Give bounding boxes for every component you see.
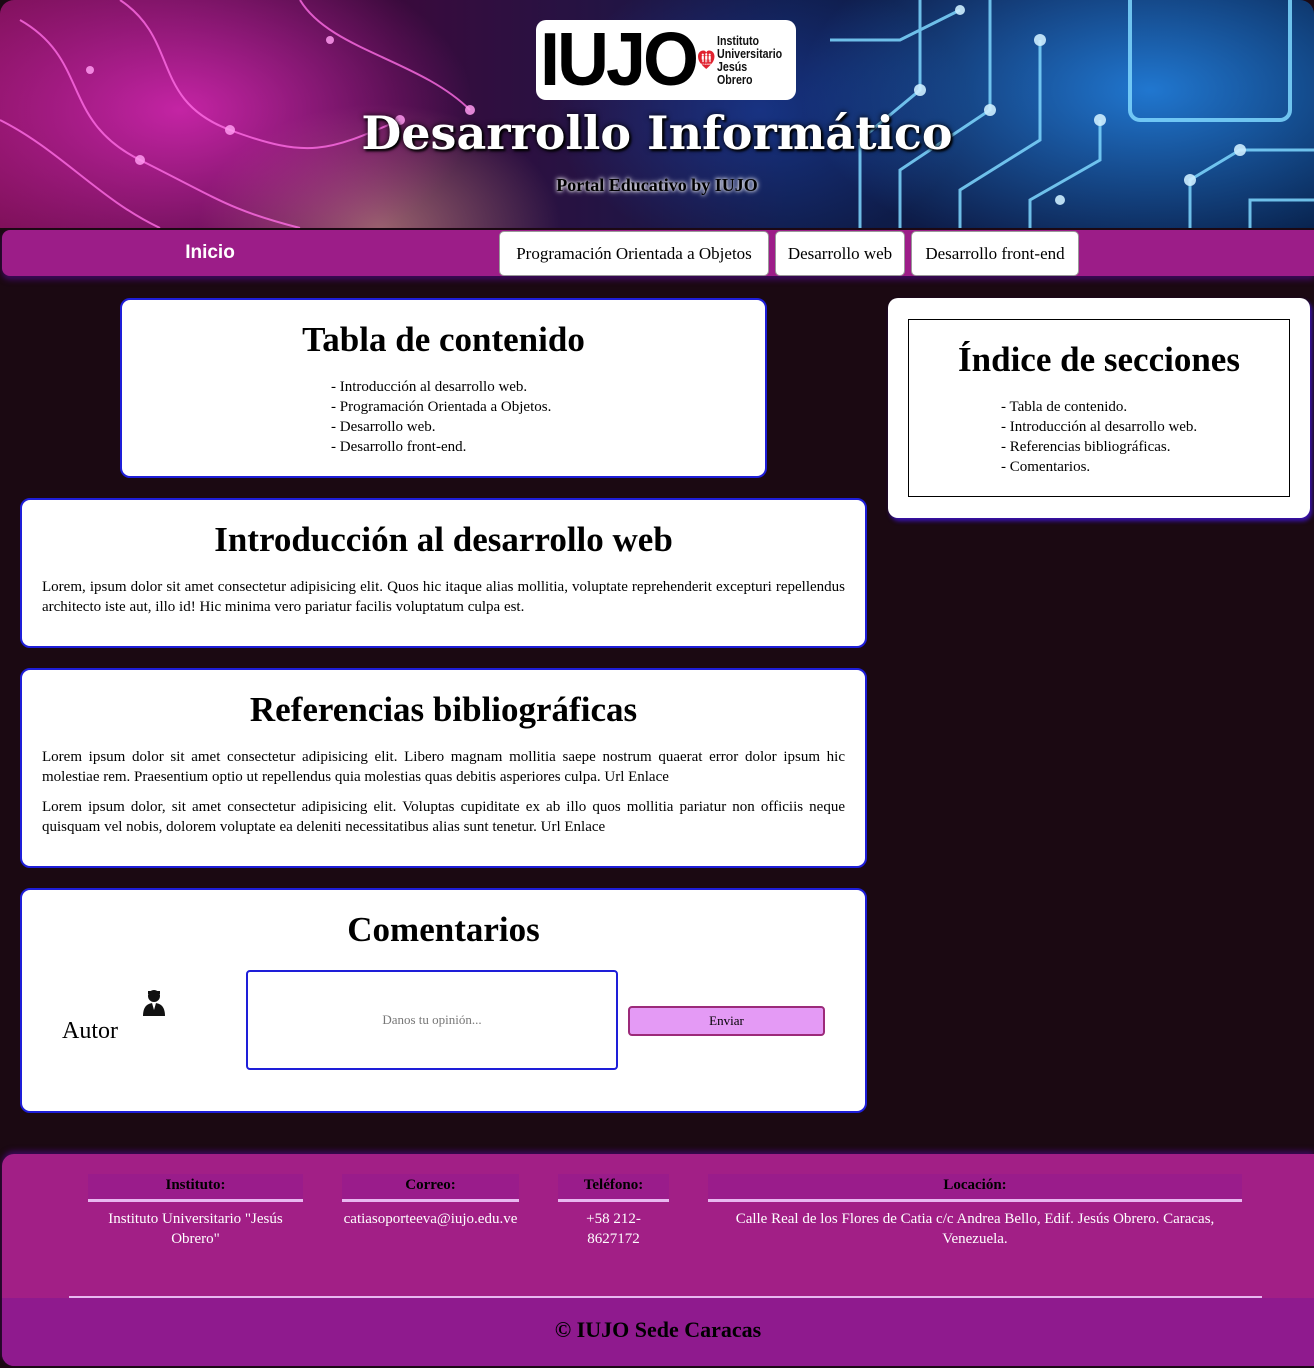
- site-subtitle: Portal Educativo by IUJO: [556, 175, 758, 195]
- sections-index-card: Índice de secciones - Tabla de contenido…: [888, 298, 1310, 518]
- sections-index-title: Índice de secciones: [958, 340, 1240, 379]
- toc-item[interactable]: - Desarrollo web.: [331, 417, 551, 437]
- user-icon: [143, 990, 165, 1016]
- intro-title: Introducción al desarrollo web: [214, 520, 673, 559]
- nav-home-link[interactable]: Inicio: [142, 230, 278, 276]
- heart-logo-icon: FE Y ALEGRIA: [698, 50, 715, 70]
- toc-list: - Introducción al desarrollo web. - Prog…: [331, 377, 551, 457]
- sections-index-list: - Tabla de contenido. - Introducción al …: [1001, 397, 1197, 477]
- references-title: Referencias bibliográficas: [249, 690, 638, 729]
- footer-value: Instituto Universitario "Jesús Obrero": [108, 1211, 283, 1247]
- footer-heading: Locación:: [708, 1174, 1242, 1202]
- reference-paragraph: Lorem ipsum dolor sit amet consectetur a…: [42, 749, 845, 785]
- sections-index-item[interactable]: - Comentarios.: [1001, 457, 1197, 477]
- sections-index-item[interactable]: - Tabla de contenido.: [1001, 397, 1197, 417]
- comment-placeholder: Danos tu opinión...: [382, 1012, 482, 1027]
- author-label: Autor: [62, 1018, 118, 1044]
- comments-title: Comentarios: [347, 910, 540, 949]
- toc-item[interactable]: - Introducción al desarrollo web.: [331, 377, 551, 397]
- footer-col-correo: Correo: catiasoporteeva@iujo.edu.ve: [342, 1174, 519, 1229]
- header-banner: IUJO FE Y ALEGRIA Instituto Universitari…: [0, 0, 1314, 228]
- toc-item[interactable]: - Desarrollo front-end.: [331, 437, 551, 457]
- comment-textarea[interactable]: Danos tu opinión...: [246, 970, 618, 1070]
- intro-card: Introducción al desarrollo web Lorem, ip…: [20, 498, 867, 648]
- footer-heading: Instituto:: [88, 1174, 303, 1202]
- nav-item-poo[interactable]: Programación Orientada a Objetos: [499, 231, 769, 276]
- references-card: Referencias bibliográficas Lorem ipsum d…: [20, 668, 867, 868]
- nav-item-front-end[interactable]: Desarrollo front-end: [911, 231, 1079, 276]
- logo-wordmark: IUJO: [540, 18, 699, 102]
- comments-card: Comentarios Autor Danos tu opinión... En…: [20, 888, 867, 1113]
- copyright-text: © IUJO Sede Caracas: [554, 1317, 762, 1342]
- footer-col-locacion: Locación: Calle Real de los Flores de Ca…: [708, 1174, 1242, 1249]
- main-nav: Inicio Programación Orientada a Objetos …: [2, 230, 1314, 276]
- footer-phone: +58 212-8627172: [586, 1211, 641, 1247]
- sections-index-item[interactable]: - Introducción al desarrollo web.: [1001, 417, 1197, 437]
- toc-item[interactable]: - Programación Orientada a Objetos.: [331, 397, 551, 417]
- sections-index-frame: Índice de secciones - Tabla de contenido…: [908, 319, 1290, 497]
- footer: Instituto: Instituto Universitario "Jesú…: [2, 1154, 1314, 1366]
- sections-index-item[interactable]: - Referencias bibliográficas.: [1001, 437, 1197, 457]
- intro-text: Lorem, ipsum dolor sit amet consectetur …: [42, 579, 845, 615]
- footer-col-telefono: Teléfono: +58 212-8627172: [558, 1174, 669, 1249]
- iujo-logo[interactable]: IUJO FE Y ALEGRIA Instituto Universitari…: [536, 18, 796, 102]
- toc-title: Tabla de contenido: [302, 320, 585, 359]
- logo-subtitle: Instituto Universitario Jesús Obrero: [717, 34, 782, 86]
- footer-heading: Correo:: [342, 1174, 519, 1202]
- footer-email[interactable]: catiasoporteeva@iujo.edu.ve: [342, 1209, 519, 1229]
- footer-col-instituto: Instituto: Instituto Universitario "Jesú…: [88, 1174, 303, 1249]
- nav-item-desarrollo-web[interactable]: Desarrollo web: [775, 231, 905, 276]
- footer-value: Calle Real de los Flores de Catia c/c An…: [735, 1211, 1215, 1247]
- footer-heading: Teléfono:: [558, 1174, 669, 1202]
- toc-card: Tabla de contenido - Introducción al des…: [120, 298, 767, 478]
- logo-line: Obrero: [716, 72, 753, 87]
- footer-divider: [69, 1296, 1262, 1298]
- site-title: Desarrollo Informático: [361, 106, 953, 160]
- send-button[interactable]: Enviar: [628, 1006, 825, 1036]
- reference-paragraph: Lorem ipsum dolor, sit amet consectetur …: [42, 799, 845, 835]
